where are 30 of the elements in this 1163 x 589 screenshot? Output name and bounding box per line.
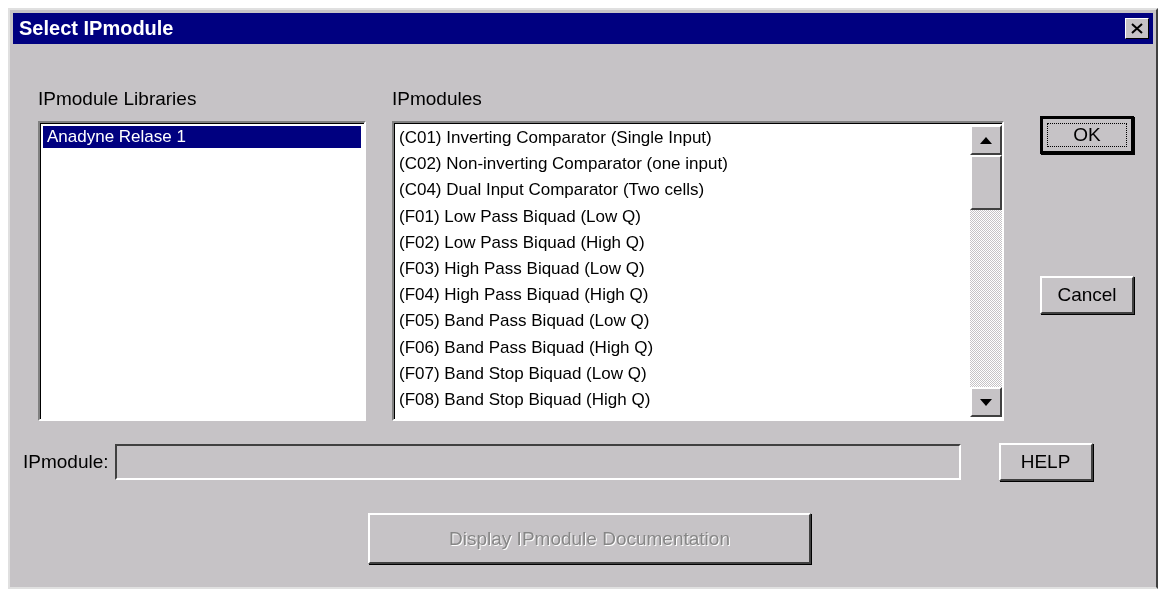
list-label: IPmodule Libraries [38, 87, 198, 111]
list-item[interactable]: (F02) Low Pass Biquad (High Q) [397, 229, 970, 256]
close-button[interactable] [1125, 18, 1149, 39]
list-label: IPmodules [392, 87, 483, 111]
list-item[interactable]: (F08) Band Stop Biquad (High Q) [397, 387, 970, 414]
ipmodule-field[interactable] [114, 444, 961, 480]
close-icon [1131, 23, 1143, 34]
scrollbar[interactable] [970, 125, 1002, 417]
list-item[interactable]: (C02) Non-inverting Comparator (one input) [397, 151, 970, 178]
list-item[interactable]: Anadyne Relase 1 [43, 126, 361, 148]
module-list[interactable] [392, 121, 1004, 421]
list-item[interactable]: (F05) Band Pass Biquad (Low Q) [397, 308, 970, 335]
list-item[interactable]: (F06) Band Pass Biquad (High Q) [397, 334, 970, 361]
scrollbar-thumb[interactable] [970, 155, 1002, 210]
up-arrow-icon [980, 136, 992, 144]
scroll-up-button[interactable] [970, 125, 1002, 155]
window-title: Select IPmodule [19, 17, 174, 40]
library-list[interactable]: Anadyne Relase 1 [38, 121, 366, 421]
list-item[interactable]: (F01) Low Pass Biquad (Low Q) [397, 203, 970, 230]
field-label: IPmodule: [23, 451, 109, 473]
list-item[interactable]: (C04) Dual Input Comparator (Two cells) [397, 177, 970, 204]
cancel-button[interactable]: Cancel [1040, 276, 1134, 314]
ok-button[interactable]: OK [1040, 116, 1134, 154]
list-item[interactable]: (C01) Inverting Comparator (Single Input) [397, 125, 970, 152]
down-arrow-icon [980, 398, 992, 406]
help-button[interactable]: HELP [998, 443, 1093, 481]
list-item[interactable]: (F03) High Pass Biquad (Low Q) [397, 256, 970, 283]
scroll-down-button[interactable] [970, 387, 1002, 417]
list-item[interactable]: (F04) High Pass Biquad (High Q) [397, 282, 970, 309]
list-item[interactable]: (F07) Band Stop Biquad (Low Q) [397, 360, 970, 388]
